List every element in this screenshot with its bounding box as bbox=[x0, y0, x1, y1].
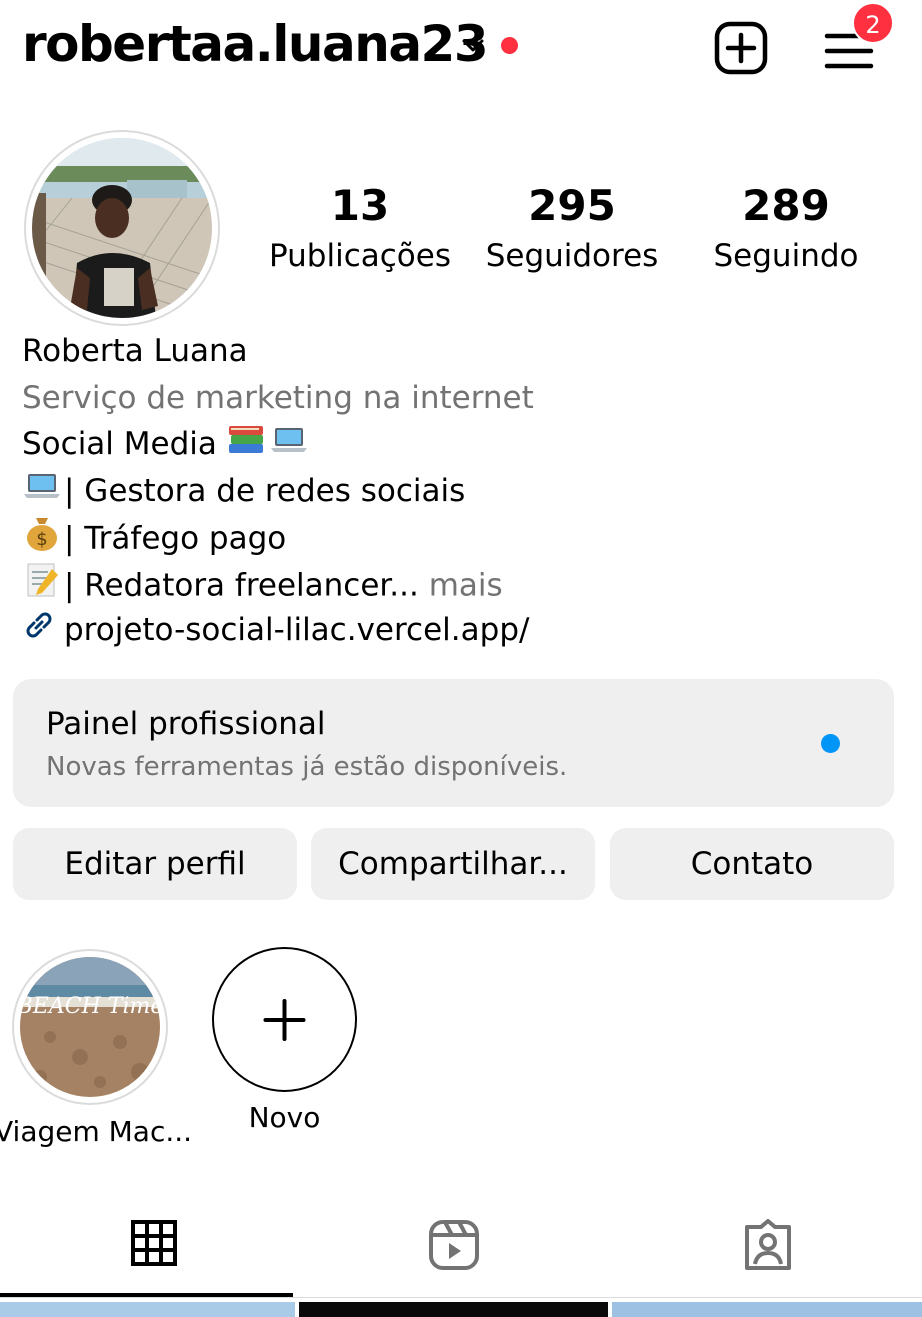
bio-more-link[interactable]: mais bbox=[419, 567, 503, 603]
bio-line-4-text: | Redatora freelancer... bbox=[64, 566, 419, 603]
stat-followers-label: Seguidores bbox=[485, 238, 659, 274]
new-highlight-label: Novo bbox=[248, 1101, 321, 1134]
stat-following-count: 289 bbox=[742, 181, 830, 230]
tab-divider bbox=[0, 1297, 922, 1298]
bio-line-3: $ | Tráfego pago bbox=[22, 514, 902, 561]
bio-line-4: | Redatora freelancer... mais bbox=[22, 561, 902, 608]
avatar-photo bbox=[32, 138, 212, 318]
bio-line-1: Social Media bbox=[22, 421, 902, 468]
bio-line-3-text: | Tráfego pago bbox=[64, 520, 287, 557]
post-thumbnail-2[interactable] bbox=[299, 1302, 608, 1317]
bio-line-1-text: Social Media bbox=[22, 426, 217, 462]
tab-reels[interactable] bbox=[300, 1205, 607, 1297]
highlight-cover[interactable]: BEACH Time bbox=[20, 957, 160, 1097]
stat-following-label: Seguindo bbox=[713, 238, 859, 274]
bio-section: Roberta Luana Serviço de marketing na in… bbox=[22, 328, 902, 654]
edit-profile-button[interactable]: Editar perfil bbox=[13, 828, 297, 900]
highlight-label: Viagem Mac... bbox=[0, 1115, 193, 1148]
chevron-down-icon[interactable] bbox=[458, 30, 488, 60]
dashboard-title: Painel profissional bbox=[46, 706, 326, 742]
memo-icon bbox=[22, 561, 62, 613]
stat-followers[interactable]: 295 Seguidores bbox=[474, 178, 670, 278]
account-notification-dot bbox=[501, 37, 518, 54]
laptop-icon bbox=[269, 422, 309, 470]
reels-icon bbox=[428, 1220, 479, 1270]
grid-icon bbox=[130, 1220, 177, 1266]
stat-posts-count: 13 bbox=[330, 181, 390, 230]
tab-posts-grid[interactable] bbox=[0, 1205, 307, 1297]
link-icon bbox=[22, 608, 56, 656]
bio-line-2-text: | Gestora de redes sociais bbox=[64, 472, 466, 509]
post-thumbnail-1[interactable] bbox=[0, 1302, 295, 1317]
avatar[interactable] bbox=[32, 138, 212, 318]
profile-name: Roberta Luana bbox=[22, 333, 248, 369]
create-post-icon[interactable] bbox=[713, 20, 769, 76]
svg-text:$: $ bbox=[36, 529, 47, 550]
profile-page: robertaa.luana23 2 13 Publicações 295 Se… bbox=[0, 0, 922, 1317]
dashboard-subtitle: Novas ferramentas já estão disponíveis. bbox=[46, 752, 568, 782]
laptop-icon bbox=[22, 468, 62, 516]
highlight-image-text-1: BEACH Time bbox=[20, 994, 160, 1019]
stat-posts-label: Publicações bbox=[269, 238, 451, 274]
notification-count-badge: 2 bbox=[852, 2, 894, 44]
bio-line-2: | Gestora de redes sociais bbox=[22, 468, 902, 515]
profile-category: Serviço de marketing na internet bbox=[22, 379, 534, 416]
tab-tagged[interactable] bbox=[614, 1205, 921, 1297]
stat-followers-count: 295 bbox=[528, 181, 616, 230]
professional-dashboard-card[interactable]: Painel profissional Novas ferramentas já… bbox=[13, 679, 894, 807]
profile-link[interactable]: projeto-social-lilac.vercel.app/ bbox=[22, 607, 902, 654]
dashboard-new-dot bbox=[821, 734, 840, 753]
contact-button[interactable]: Contato bbox=[610, 828, 894, 900]
post-thumbnail-3[interactable] bbox=[612, 1302, 922, 1317]
top-bar: robertaa.luana23 2 bbox=[0, 0, 922, 95]
stat-posts[interactable]: 13 Publicações bbox=[262, 178, 458, 278]
new-highlight-button[interactable] bbox=[212, 947, 357, 1092]
plus-icon bbox=[263, 999, 306, 1041]
highlight-beach-image: BEACH Time bbox=[20, 957, 160, 1097]
money-bag-icon: $ bbox=[22, 514, 62, 566]
profile-link-text: projeto-social-lilac.vercel.app/ bbox=[64, 612, 530, 648]
books-icon bbox=[227, 422, 267, 470]
tagged-icon bbox=[744, 1219, 791, 1270]
share-profile-button[interactable]: Compartilhar... bbox=[311, 828, 595, 900]
stat-following[interactable]: 289 Seguindo bbox=[688, 178, 884, 278]
username-switcher[interactable]: robertaa.luana23 bbox=[22, 14, 489, 74]
